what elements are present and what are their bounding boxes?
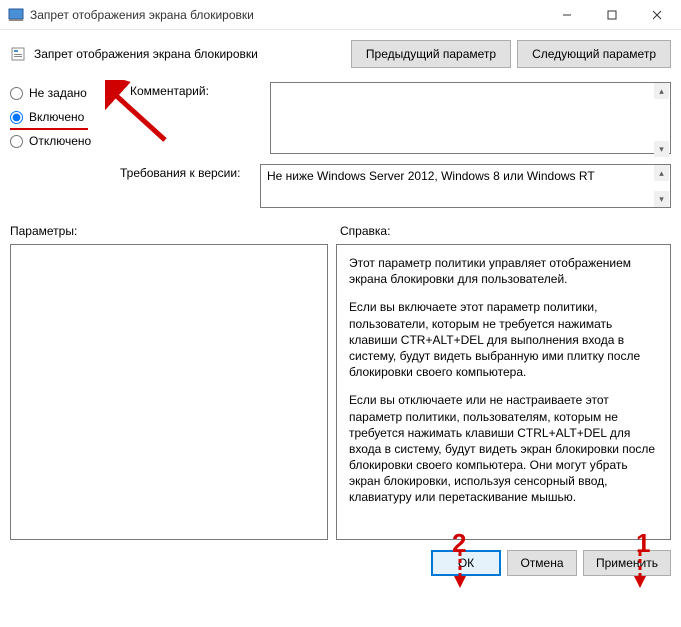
options-panel: [10, 244, 328, 540]
radio-not-configured-input[interactable]: [10, 87, 23, 100]
body-area: Не задано Включено Отключено Комментарий…: [0, 82, 681, 540]
app-icon: [8, 7, 24, 23]
maximize-button[interactable]: [589, 1, 634, 29]
radio-not-configured[interactable]: Не задано: [10, 86, 110, 100]
radio-enabled[interactable]: Включено: [10, 110, 110, 124]
help-paragraph-1: Этот параметр политики управляет отображ…: [349, 255, 658, 287]
radio-enabled-label: Включено: [29, 110, 84, 124]
apply-button[interactable]: Применить: [583, 550, 671, 576]
titlebar: Запрет отображения экрана блокировки: [0, 0, 681, 30]
previous-setting-button[interactable]: Предыдущий параметр: [351, 40, 511, 68]
comment-label: Комментарий:: [130, 82, 260, 158]
radio-disabled-label: Отключено: [29, 134, 91, 148]
ok-button[interactable]: ОК: [431, 550, 501, 576]
help-paragraph-2: Если вы включаете этот параметр политики…: [349, 299, 658, 380]
next-setting-button[interactable]: Следующий параметр: [517, 40, 671, 68]
window-title: Запрет отображения экрана блокировки: [30, 8, 254, 22]
help-panel: Этот параметр политики управляет отображ…: [336, 244, 671, 540]
requirements-label: Требования к версии:: [120, 164, 250, 208]
requirements-text: Не ниже Windows Server 2012, Windows 8 и…: [267, 169, 595, 183]
scroll-down-icon[interactable]: ▾: [654, 141, 669, 157]
radio-not-configured-label: Не задано: [29, 86, 87, 100]
options-label: Параметры:: [10, 224, 330, 238]
cancel-button[interactable]: Отмена: [507, 550, 577, 576]
window-controls: [544, 1, 679, 29]
radio-disabled[interactable]: Отключено: [10, 134, 110, 148]
requirements-box: Не ниже Windows Server 2012, Windows 8 и…: [260, 164, 671, 208]
close-button[interactable]: [634, 1, 679, 29]
help-label: Справка:: [340, 224, 390, 238]
radio-disabled-input[interactable]: [10, 135, 23, 148]
comment-textarea[interactable]: [270, 82, 671, 154]
page-title: Запрет отображения экрана блокировки: [34, 47, 258, 61]
footer: ОК Отмена Применить: [0, 540, 681, 586]
header-row: Запрет отображения экрана блокировки Пре…: [0, 30, 681, 76]
minimize-button[interactable]: [544, 1, 589, 29]
help-paragraph-3: Если вы отключаете или не настраиваете э…: [349, 392, 658, 505]
annotation-underline: [10, 128, 88, 130]
scroll-up-icon[interactable]: ▴: [654, 83, 669, 99]
policy-icon: [10, 46, 26, 62]
state-radio-group: Не задано Включено Отключено: [10, 82, 110, 158]
radio-enabled-input[interactable]: [10, 111, 23, 124]
scroll-down-icon[interactable]: ▾: [654, 191, 669, 207]
scroll-up-icon[interactable]: ▴: [654, 165, 669, 181]
